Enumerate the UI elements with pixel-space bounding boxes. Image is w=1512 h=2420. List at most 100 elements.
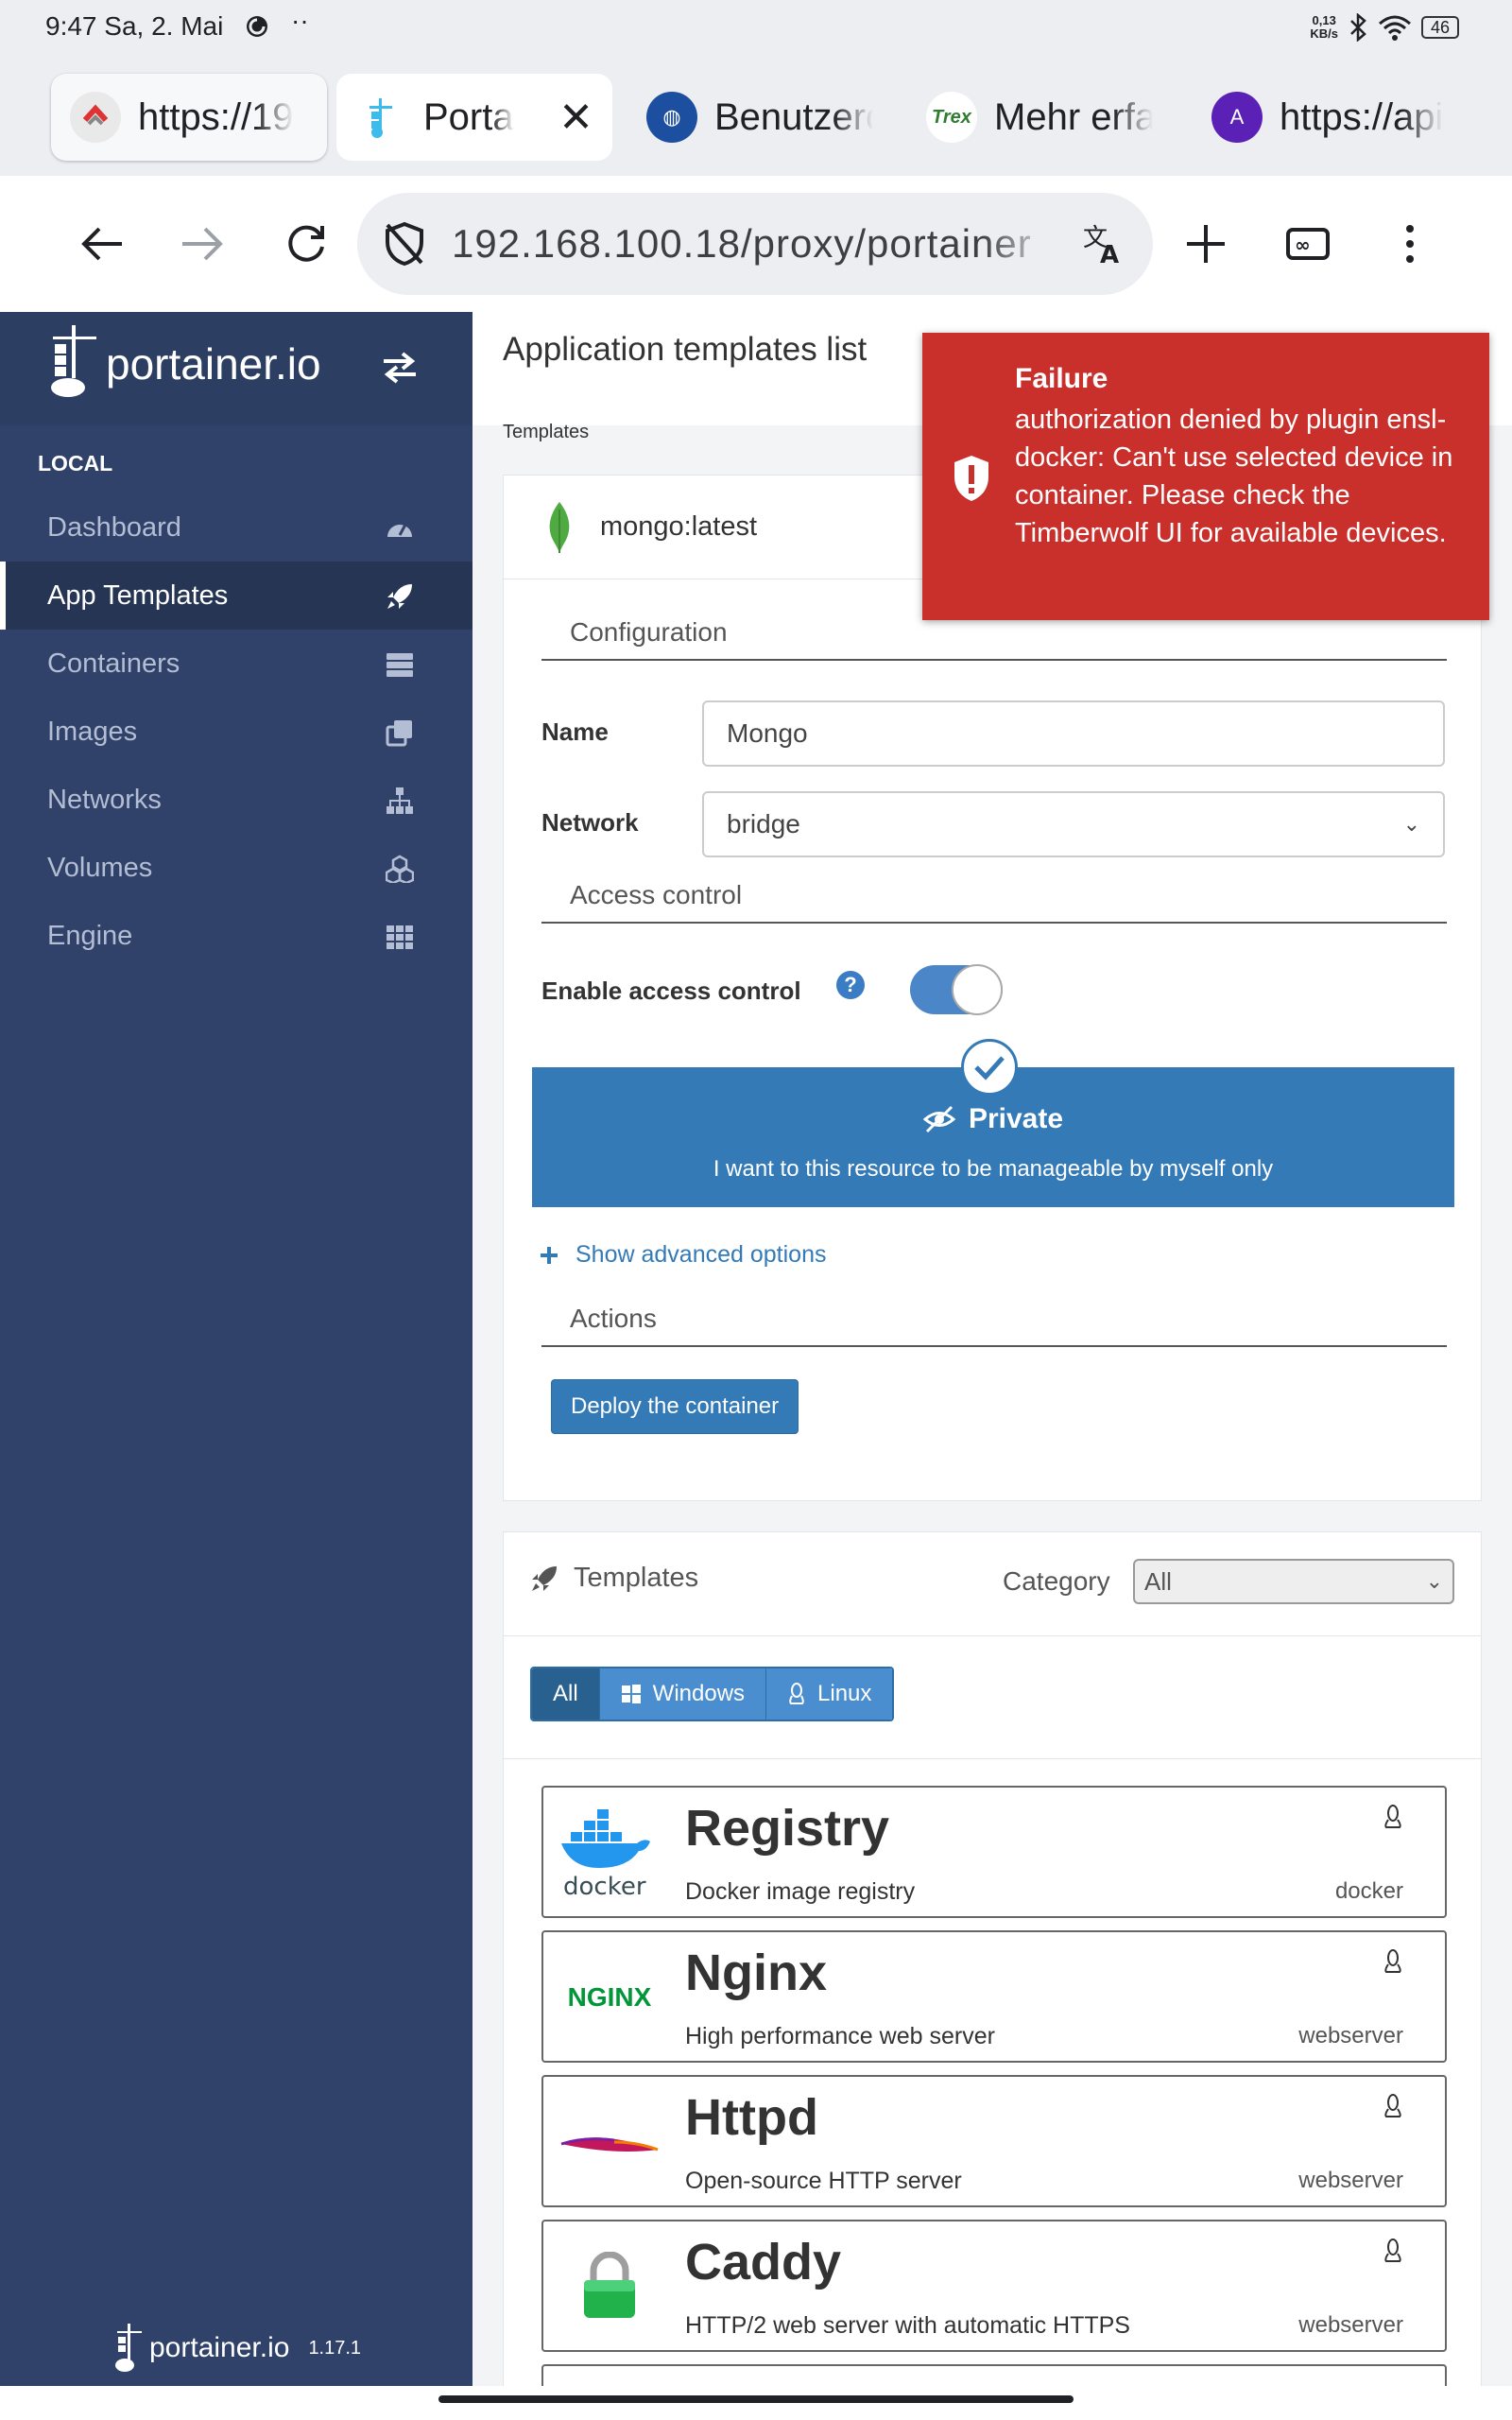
show-advanced-options-link[interactable]: Show advanced options bbox=[540, 1241, 826, 1269]
tab-switcher-button[interactable]: ∞ bbox=[1278, 214, 1338, 274]
more-menu-button[interactable] bbox=[1380, 214, 1440, 274]
category-select-value: All bbox=[1144, 1566, 1172, 1596]
page-title: Application templates list bbox=[503, 331, 868, 368]
bluetooth-icon bbox=[1350, 13, 1366, 42]
status-icons: 0,13 KB/s 46 bbox=[1310, 13, 1459, 42]
brand-logo[interactable]: portainer.io bbox=[47, 323, 321, 405]
exchange-icon[interactable] bbox=[382, 352, 418, 384]
gesture-nav-handle[interactable] bbox=[438, 2395, 1074, 2403]
question-circle-icon[interactable]: ? bbox=[836, 971, 865, 999]
template-name: Httpd bbox=[685, 2089, 818, 2146]
omnibox[interactable]: 192.168.100.18/proxy/portainer 文A bbox=[357, 193, 1153, 295]
sitemap-icon bbox=[387, 787, 413, 814]
category-select[interactable]: All ⌄ bbox=[1133, 1559, 1454, 1604]
sidebar-item-dashboard[interactable]: Dashboard bbox=[0, 493, 472, 562]
template-name: Registry bbox=[685, 1800, 890, 1857]
close-tab-icon[interactable]: ✕ bbox=[558, 94, 593, 142]
chevron-down-icon: ⌄ bbox=[1425, 1569, 1443, 1593]
enable-access-control-label: Enable access control bbox=[541, 977, 801, 1005]
template-item-partial[interactable] bbox=[541, 2364, 1447, 2386]
filter-linux-button[interactable]: Linux bbox=[766, 1668, 893, 1720]
rocket-icon bbox=[387, 584, 412, 609]
tachometer-icon bbox=[387, 524, 412, 537]
filter-windows-button[interactable]: Windows bbox=[599, 1668, 767, 1720]
selected-template-name: mongo:latest bbox=[600, 511, 758, 542]
templates-title: Templates bbox=[530, 1563, 698, 1594]
actions-section-title: Actions bbox=[541, 1304, 1447, 1347]
deploy-container-button[interactable]: Deploy the container bbox=[551, 1379, 799, 1434]
arrow-left-icon bbox=[81, 227, 122, 261]
apache-feather-logo bbox=[553, 2090, 666, 2194]
templates-list-panel: Templates Category All ⌄ All Windows Lin… bbox=[503, 1531, 1482, 2386]
template-category: webserver bbox=[1298, 2023, 1403, 2048]
linux-icon bbox=[1384, 1949, 1401, 1973]
shield-alert-icon bbox=[954, 456, 988, 501]
template-category: docker bbox=[1334, 1878, 1403, 1904]
rocket-icon bbox=[532, 1565, 557, 1591]
status-bar: 9:47 Sa, 2. Mai ·· 0,13 KB/s 46 bbox=[0, 0, 1512, 59]
sidebar-item-containers[interactable]: Containers bbox=[0, 630, 472, 698]
access-control-toggle[interactable] bbox=[910, 964, 1003, 1015]
new-tab-button[interactable] bbox=[1176, 214, 1236, 274]
sidebar-item-networks[interactable]: Networks bbox=[0, 766, 472, 834]
not-secure-shield-icon[interactable] bbox=[384, 221, 425, 267]
tab-title: https://api bbox=[1280, 95, 1444, 138]
private-access-option[interactable]: Private I want to this resource to be ma… bbox=[532, 1039, 1454, 1207]
reload-icon bbox=[288, 225, 324, 262]
template-item-nginx[interactable]: NGINX Nginx High performance web server … bbox=[541, 1930, 1447, 2063]
reload-button[interactable] bbox=[276, 214, 336, 274]
toggle-knob bbox=[952, 964, 1003, 1015]
templates-header: Templates Category All ⌄ bbox=[504, 1532, 1481, 1636]
status-time: 9:47 Sa, 2. Mai bbox=[45, 11, 224, 41]
name-input[interactable]: Mongo bbox=[702, 700, 1445, 767]
sidebar-item-app-templates[interactable]: App Templates bbox=[0, 562, 472, 630]
toast-title: Failure bbox=[1015, 363, 1108, 394]
access-control-section-title: Access control bbox=[541, 880, 1447, 924]
server-icon bbox=[387, 653, 413, 677]
purple-avatar-favicon-icon: A bbox=[1211, 92, 1263, 143]
filter-all-button[interactable]: All bbox=[532, 1668, 600, 1720]
error-toast[interactable]: Failure authorization denied by plugin e… bbox=[922, 333, 1489, 620]
sidebar-item-engine[interactable]: Engine bbox=[0, 902, 472, 970]
configuration-section-title: Configuration bbox=[541, 617, 1447, 661]
template-description: HTTP/2 web server with automatic HTTPS bbox=[685, 2312, 1130, 2339]
forward-button[interactable] bbox=[172, 214, 232, 274]
browser-tab-4[interactable]: Trex Mehr erfal bbox=[907, 74, 1172, 161]
sidebar-item-label: Networks bbox=[47, 784, 162, 815]
portainer-logo-icon bbox=[51, 325, 96, 397]
blue-globe-favicon-icon: ◍ bbox=[646, 92, 697, 143]
sidebar-section-local: LOCAL bbox=[38, 451, 113, 475]
back-button[interactable] bbox=[72, 214, 132, 274]
private-option-description: I want to this resource to be manageable… bbox=[713, 1156, 1274, 1182]
cubes-icon bbox=[386, 855, 414, 883]
linux-icon bbox=[789, 1683, 804, 1704]
browser-tab-5[interactable]: A https://api bbox=[1193, 74, 1476, 161]
browser-tab-1[interactable]: https://19 bbox=[51, 74, 327, 161]
eye-slash-icon bbox=[922, 1105, 955, 1133]
template-description: High performance web server bbox=[685, 2023, 995, 2049]
sidebar-item-label: App Templates bbox=[47, 579, 229, 611]
toast-message: authorization denied by plugin ensl-dock… bbox=[1015, 405, 1453, 548]
breadcrumb: Templates bbox=[503, 422, 590, 442]
sidebar: portainer.io LOCAL Dashboard App Templat… bbox=[0, 312, 472, 2386]
sidebar-header: portainer.io bbox=[0, 312, 472, 425]
sidebar-item-images[interactable]: Images bbox=[0, 698, 472, 766]
net-speed: 0,13 KB/s bbox=[1310, 13, 1338, 41]
wifi-icon bbox=[1378, 15, 1411, 41]
network-select[interactable]: bridge ⌄ bbox=[702, 791, 1445, 857]
sidebar-item-volumes[interactable]: Volumes bbox=[0, 834, 472, 902]
template-form-panel: mongo:latest Configuration Name Mongo Ne… bbox=[503, 475, 1482, 1501]
browser-tab-active[interactable]: Porta ✕ bbox=[336, 74, 612, 161]
url-text[interactable]: 192.168.100.18/proxy/portainer bbox=[452, 221, 1055, 267]
template-category: webserver bbox=[1298, 2312, 1403, 2338]
template-item-caddy[interactable]: Caddy HTTP/2 web server with automatic H… bbox=[541, 2220, 1447, 2352]
tab-title: Mehr erfal bbox=[994, 95, 1153, 138]
translate-icon[interactable]: 文A bbox=[1081, 221, 1126, 267]
template-item-httpd[interactable]: Httpd Open-source HTTP server webserver bbox=[541, 2075, 1447, 2207]
template-item-registry[interactable]: docker Registry Docker image registry do… bbox=[541, 1786, 1447, 1918]
plus-icon bbox=[541, 1246, 558, 1264]
template-name: Nginx bbox=[685, 1945, 828, 2001]
browser-tab-3[interactable]: ◍ Benutzerd bbox=[627, 74, 892, 161]
red-circle-favicon-icon bbox=[70, 92, 121, 143]
more-notifications-icon: ·· bbox=[291, 6, 309, 35]
